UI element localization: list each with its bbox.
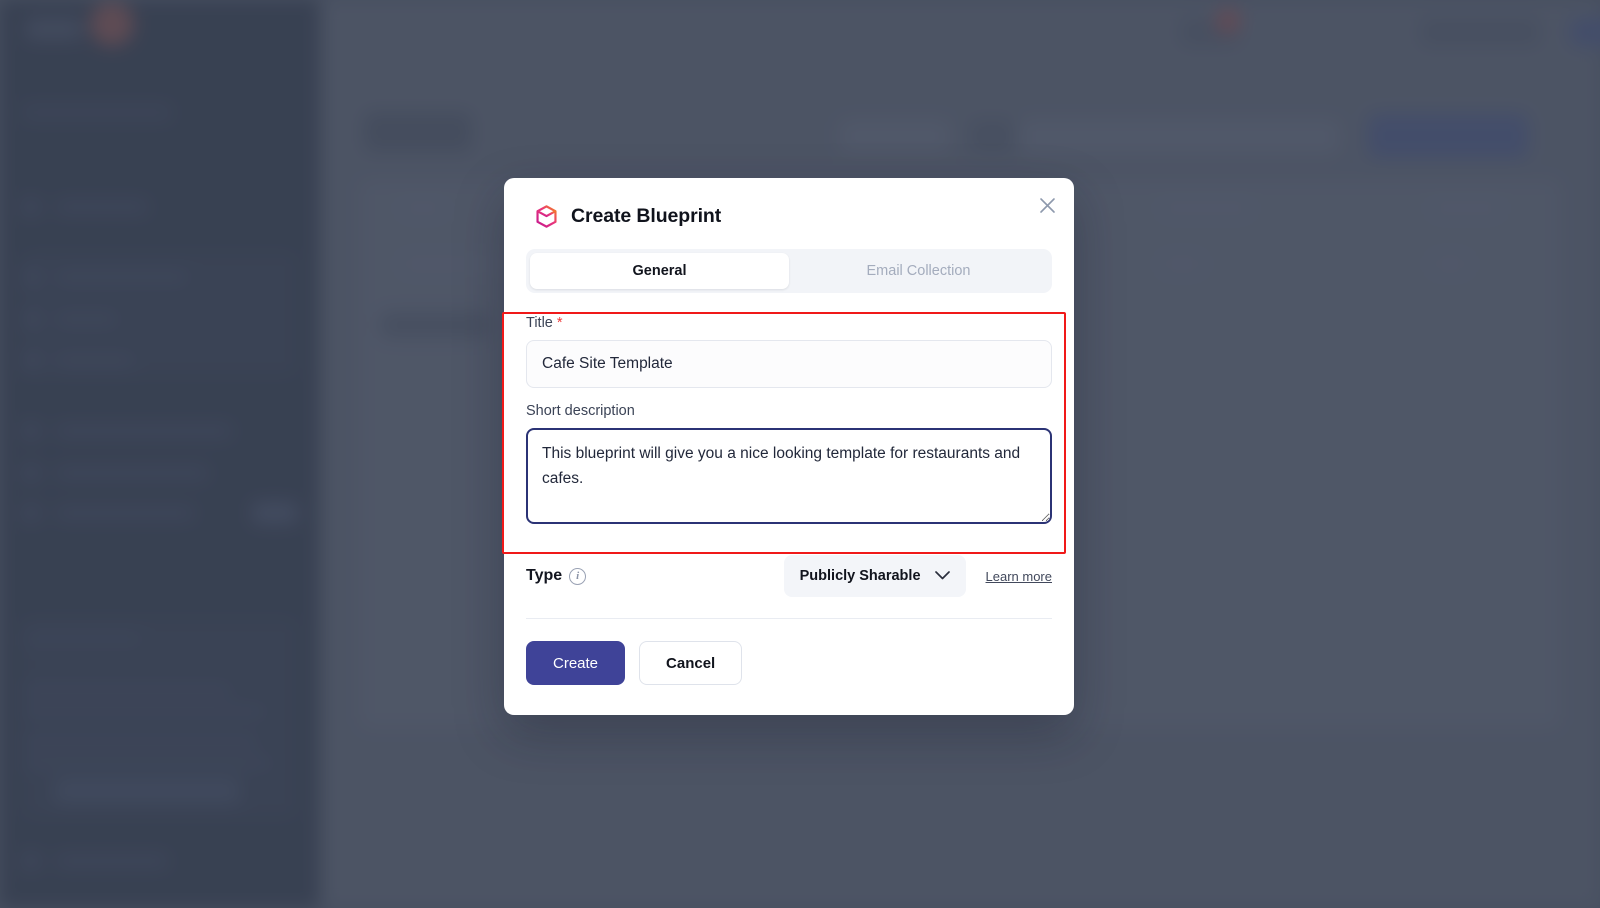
dialog-header: Create Blueprint <box>504 178 1074 229</box>
title-label-text: Title <box>526 315 553 331</box>
type-select-value: Publicly Sharable <box>799 568 921 584</box>
type-row: Type i Publicly Sharable Learn more <box>504 555 1074 597</box>
title-input[interactable] <box>526 340 1052 388</box>
dialog-actions: Create Cancel <box>504 619 1074 685</box>
description-label: Short description <box>526 403 635 419</box>
chevron-down-icon <box>934 568 950 584</box>
type-label-text: Type <box>526 567 563 584</box>
cancel-button[interactable]: Cancel <box>639 641 743 685</box>
description-textarea[interactable]: This blueprint will give you a nice look… <box>526 428 1052 524</box>
type-select[interactable]: Publicly Sharable <box>783 555 966 597</box>
close-icon[interactable] <box>1032 190 1062 220</box>
create-button[interactable]: Create <box>526 641 626 685</box>
tab-general[interactable]: General <box>530 253 789 289</box>
cube-icon <box>534 204 559 229</box>
form-fields: Title * Short description This blueprint… <box>504 315 1074 529</box>
dialog-title: Create Blueprint <box>571 205 722 227</box>
learn-more-link[interactable]: Learn more <box>986 569 1052 584</box>
tab-list: General Email Collection <box>526 249 1052 293</box>
required-marker: * <box>556 315 563 331</box>
info-icon[interactable]: i <box>569 567 587 585</box>
create-blueprint-dialog: Create Blueprint General Email Collectio… <box>502 178 1074 715</box>
type-label: Type i <box>526 567 587 585</box>
tab-email-collection[interactable]: Email Collection <box>789 253 1048 289</box>
title-label: Title * <box>526 315 1052 331</box>
